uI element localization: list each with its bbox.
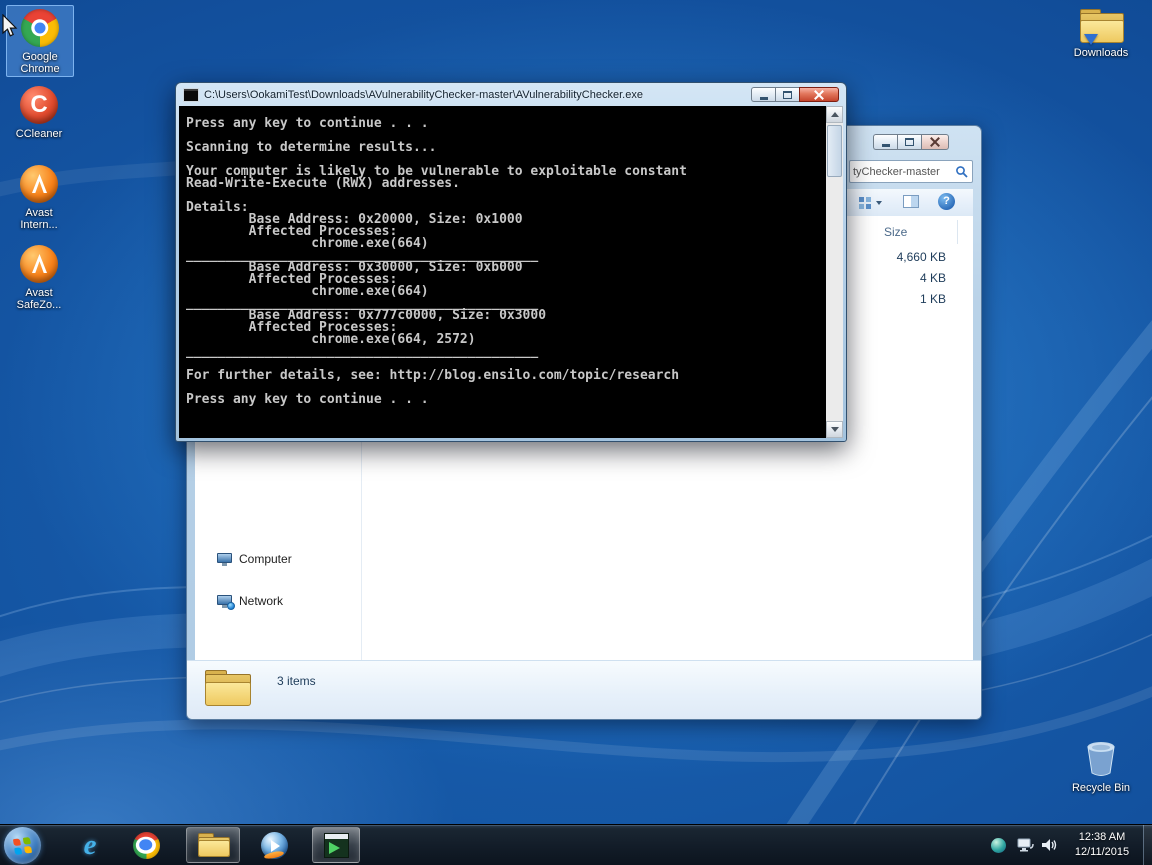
console-window-controls	[751, 87, 839, 102]
console-titlebar[interactable]: C:\Users\OokamiTest\Downloads\AVulnerabi…	[176, 83, 846, 106]
preview-pane-button[interactable]	[903, 195, 919, 208]
minimize-button[interactable]	[873, 134, 897, 150]
taskbar-chrome[interactable]	[124, 827, 168, 863]
taskbar: e 12:38 AM 12/11/2015	[0, 824, 1152, 865]
chrome-icon	[21, 9, 59, 47]
network-icon	[217, 595, 232, 608]
desktop-icon-label: Avast SafeZo...	[6, 286, 72, 312]
clock-time: 12:38 AM	[1064, 830, 1140, 845]
close-icon	[814, 90, 824, 100]
scroll-down-button[interactable]	[826, 421, 843, 438]
desktop-icon-avast-internet[interactable]: Avast Intern...	[6, 162, 72, 232]
desktop-icon-ccleaner[interactable]: C CCleaner	[6, 83, 72, 141]
taskbar-clock[interactable]: 12:38 AM 12/11/2015	[1064, 830, 1140, 860]
minimize-icon	[882, 144, 890, 147]
explorer-window-controls	[873, 134, 949, 150]
console-app-icon	[324, 833, 349, 858]
arrow-up-icon	[831, 112, 839, 117]
column-header-size[interactable]: Size	[884, 222, 956, 242]
network-tray-icon[interactable]	[1016, 837, 1034, 853]
scrollbar[interactable]	[826, 106, 843, 438]
views-icon	[859, 197, 872, 209]
desktop-icon-label: Downloads	[1068, 46, 1134, 60]
avast-icon	[20, 245, 58, 283]
window-title: C:\Users\OokamiTest\Downloads\AVulnerabi…	[204, 89, 643, 101]
media-player-icon	[261, 832, 288, 859]
help-button[interactable]: ?	[938, 193, 955, 210]
explorer-status-bar: 3 items	[187, 660, 981, 719]
views-button[interactable]	[859, 195, 885, 210]
taskbar-explorer[interactable]	[186, 827, 240, 863]
tray-antivirus-icon[interactable]	[991, 838, 1006, 853]
search-input[interactable]: tyChecker-master	[850, 166, 955, 178]
internet-explorer-icon: e	[84, 831, 97, 860]
show-desktop-button[interactable]	[1143, 825, 1152, 865]
console-app-icon	[183, 88, 199, 102]
nav-item-label: Computer	[239, 552, 292, 566]
nav-item-computer[interactable]: Computer	[217, 552, 292, 566]
desktop-icon-label: Google Chrome	[7, 50, 73, 76]
desktop-icon-google-chrome[interactable]: Google Chrome	[6, 5, 74, 77]
desktop-icon-label: CCleaner	[6, 127, 72, 141]
item-count: 3 items	[277, 674, 316, 688]
desktop-icon-downloads[interactable]: Downloads	[1068, 6, 1134, 60]
downloads-folder-icon	[1080, 9, 1122, 43]
folder-icon	[205, 670, 249, 706]
scroll-thumb[interactable]	[827, 125, 842, 177]
desktop-icon-label: Recycle Bin	[1068, 781, 1134, 795]
explorer-search-box[interactable]: tyChecker-master	[849, 160, 973, 183]
maximize-icon	[783, 91, 792, 99]
column-divider[interactable]	[957, 220, 958, 244]
close-button[interactable]	[921, 134, 949, 150]
taskbar-vulnerability-checker[interactable]	[312, 827, 360, 863]
maximize-button[interactable]	[897, 134, 921, 150]
taskbar-internet-explorer[interactable]: e	[68, 827, 112, 863]
clock-date: 12/11/2015	[1064, 845, 1140, 860]
desktop-icon-avast-safezone[interactable]: Avast SafeZo...	[6, 242, 72, 312]
chrome-icon	[133, 832, 160, 859]
taskbar-media-player[interactable]	[252, 827, 296, 863]
search-icon[interactable]	[955, 165, 969, 179]
avast-icon	[20, 165, 58, 203]
arrow-down-icon	[831, 427, 839, 432]
console-window: C:\Users\OokamiTest\Downloads\AVulnerabi…	[175, 82, 847, 442]
computer-icon	[217, 553, 232, 566]
console-client-area: Press any key to continue . . . Scanning…	[179, 106, 843, 438]
nav-item-label: Network	[239, 594, 283, 608]
desktop-icon-label: Avast Intern...	[6, 206, 72, 232]
nav-item-network[interactable]: Network	[217, 594, 283, 608]
windows-flag-icon	[13, 836, 32, 854]
download-arrow-icon	[1084, 34, 1098, 45]
console-output: Press any key to continue . . . Scanning…	[179, 106, 843, 406]
minimize-icon	[760, 97, 768, 100]
scroll-up-button[interactable]	[826, 106, 843, 123]
start-button[interactable]	[4, 827, 41, 864]
chevron-down-icon	[876, 201, 882, 205]
close-button[interactable]	[799, 87, 839, 102]
folder-icon	[198, 833, 228, 857]
maximize-button[interactable]	[775, 87, 799, 102]
minimize-button[interactable]	[751, 87, 775, 102]
desktop-icon-recycle-bin[interactable]: Recycle Bin	[1068, 735, 1134, 795]
ccleaner-icon: C	[20, 86, 58, 124]
close-icon	[930, 137, 940, 147]
volume-tray-icon[interactable]	[1040, 837, 1058, 853]
maximize-icon	[905, 138, 914, 146]
recycle-bin-icon	[1081, 738, 1121, 778]
